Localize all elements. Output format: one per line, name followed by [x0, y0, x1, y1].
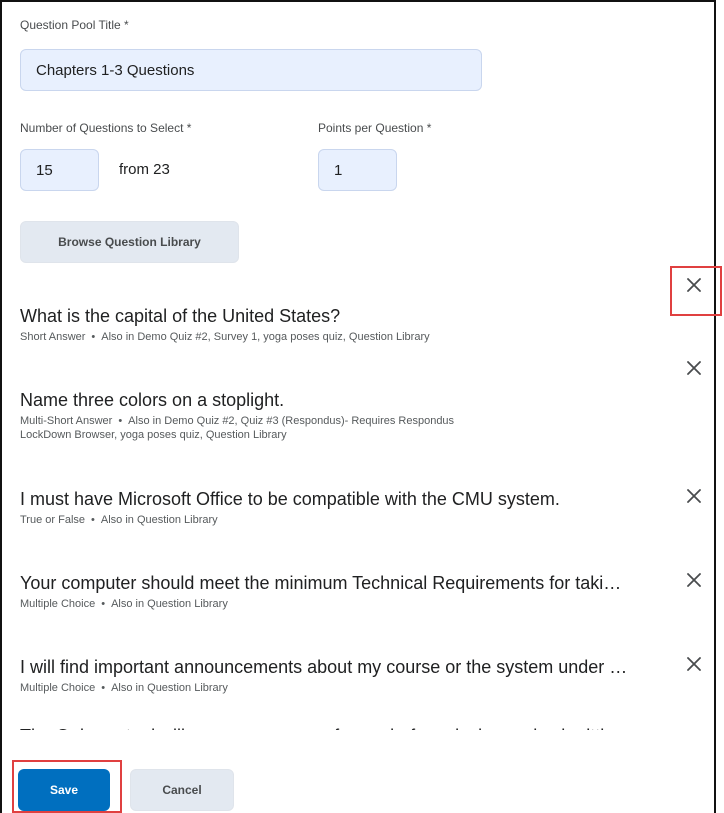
- question-also-in: Also in Question Library: [111, 682, 228, 694]
- browse-question-library-button[interactable]: Browse Question Library: [20, 221, 239, 263]
- question-title: What is the capital of the United States…: [20, 306, 341, 326]
- question-also-in: Also in Question Library: [100, 514, 218, 526]
- points-input[interactable]: 1: [318, 149, 397, 191]
- question-also-in: Also in Question Library: [111, 598, 228, 610]
- question-meta: Multiple Choice • Also in Question Library: [20, 681, 670, 695]
- highlight-remove: [670, 266, 722, 316]
- remove-question-button[interactable]: [684, 486, 704, 506]
- list-item: Your computer should meet the minimum Te…: [20, 572, 670, 611]
- question-also-in: Also in Demo Quiz #2, Survey 1, yoga pos…: [101, 331, 430, 343]
- bullet-separator: •: [91, 331, 96, 343]
- question-meta: Multi-Short Answer • Also in Demo Quiz #2,…: [20, 414, 670, 442]
- list-item: Name three colors on a stoplight. Multi-…: [20, 389, 670, 442]
- cancel-button[interactable]: Cancel: [130, 769, 234, 811]
- question-meta: Multiple Choice • Also in Question Library: [20, 597, 670, 611]
- question-meta: True or False • Also in Question Library: [20, 513, 670, 527]
- num-questions-input[interactable]: 15: [20, 149, 99, 191]
- list-item: What is the capital of the United States…: [20, 305, 670, 344]
- question-title: I must have Microsoft Office to be compa…: [20, 489, 560, 509]
- remove-question-button[interactable]: [684, 654, 704, 674]
- question-type: Short Answer: [20, 331, 86, 343]
- question-type: Multi-Short Answer: [20, 415, 113, 427]
- question-title: Your computer should meet the minimum Te…: [20, 573, 622, 593]
- remove-question-button[interactable]: [684, 570, 704, 590]
- points-label: Points per Question *: [318, 121, 432, 135]
- from-total-text: from 23: [119, 161, 170, 178]
- close-icon: [687, 361, 701, 375]
- pool-title-input[interactable]: Chapters 1-3 Questions: [20, 49, 482, 91]
- question-title: Name three colors on a stoplight.: [20, 390, 285, 410]
- list-item: I will find important announcements abou…: [20, 656, 670, 695]
- question-type: Multiple Choice: [20, 598, 96, 610]
- close-icon: [687, 573, 701, 587]
- bullet-separator: •: [101, 682, 106, 694]
- num-questions-label: Number of Questions to Select *: [20, 121, 192, 135]
- question-title: I will find important announcements abou…: [20, 657, 628, 677]
- pool-title-label: Question Pool Title *: [20, 18, 129, 32]
- question-type: Multiple Choice: [20, 682, 96, 694]
- close-icon: [687, 489, 701, 503]
- question-type: True or False: [20, 514, 86, 526]
- bullet-separator: •: [118, 415, 123, 427]
- bullet-separator: •: [91, 514, 95, 526]
- question-also-in-cont: LockDown Browser, yoga poses quiz, Quest…: [20, 429, 287, 441]
- question-also-in: Also in Demo Quiz #2, Quiz #3 (Respondus…: [128, 415, 455, 427]
- bullet-separator: •: [101, 598, 106, 610]
- close-icon: [687, 657, 701, 671]
- question-meta: Short Answer • Also in Demo Quiz #2, Surve…: [20, 330, 670, 344]
- highlight-save: [12, 760, 122, 813]
- remove-question-button[interactable]: [684, 358, 704, 378]
- list-item: I must have Microsoft Office to be compa…: [20, 488, 670, 527]
